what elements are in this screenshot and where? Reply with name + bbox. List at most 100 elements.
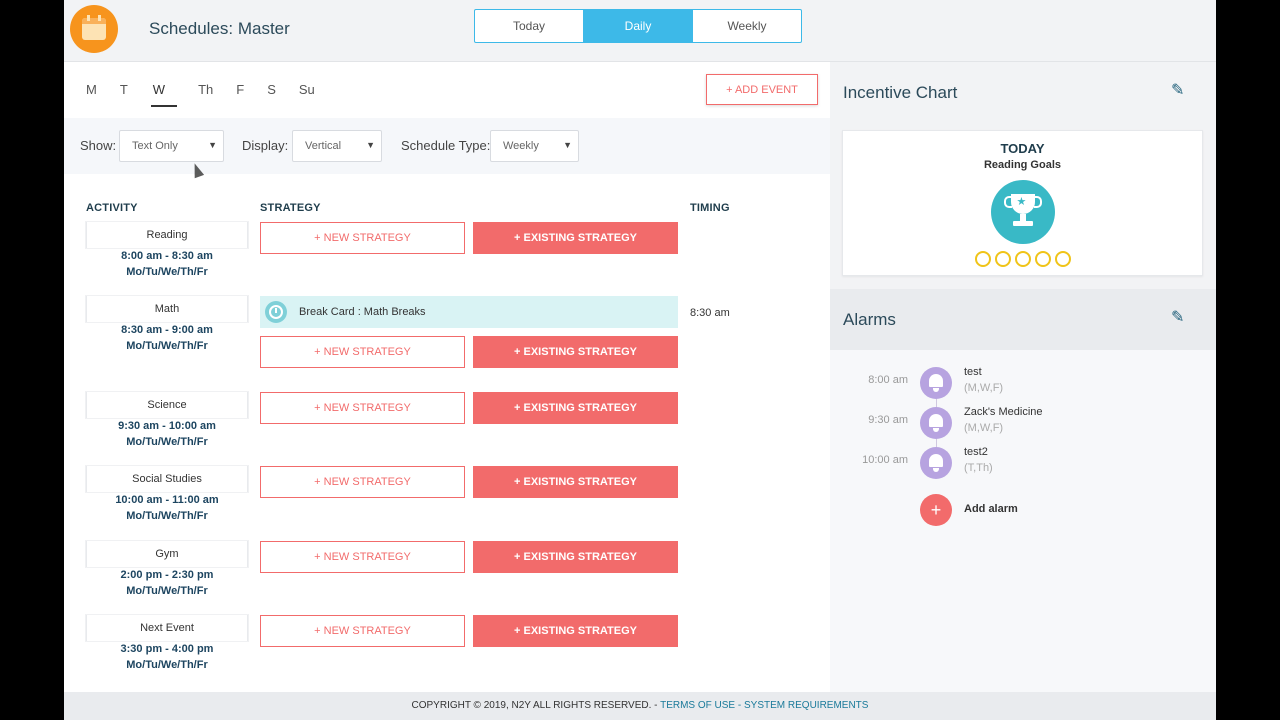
existing-strategy-button[interactable]: + EXISTING STRATEGY bbox=[473, 222, 678, 254]
incentive-chart-title: Incentive Chart bbox=[843, 83, 958, 102]
activity-card[interactable]: Science 9:30 am - 10:00 am Mo/Tu/We/Th/F… bbox=[86, 392, 248, 450]
activity-time: 3:30 pm - 4:00 pm bbox=[120, 643, 214, 655]
sidebar-panel: Incentive Chart ✎ TODAY Reading Goals ★ … bbox=[830, 62, 1216, 692]
day-tab-tuesday[interactable]: T bbox=[120, 82, 128, 107]
add-event-button[interactable]: + ADD EVENT bbox=[706, 74, 818, 105]
day-tab-thursday[interactable]: Th bbox=[198, 82, 213, 107]
tab-weekly[interactable]: Weekly bbox=[693, 10, 801, 42]
activity-days: Mo/Tu/We/Th/Fr bbox=[126, 585, 208, 597]
activity-days: Mo/Tu/We/Th/Fr bbox=[126, 340, 208, 352]
trophy-icon: ★ bbox=[990, 180, 1055, 244]
star-empty-icon bbox=[994, 251, 1011, 267]
alarm-time: 9:30 am bbox=[868, 414, 908, 426]
alarm-days: (T,Th) bbox=[964, 462, 993, 474]
alarm-time: 10:00 am bbox=[862, 454, 908, 466]
activity-name: Social Studies bbox=[86, 466, 248, 492]
bell-icon bbox=[920, 407, 952, 439]
bell-icon bbox=[920, 367, 952, 399]
day-tab-sunday[interactable]: Su bbox=[299, 82, 315, 107]
new-strategy-button[interactable]: + NEW STRATEGY bbox=[260, 466, 465, 498]
display-select[interactable]: Vertical ▼ bbox=[292, 130, 382, 162]
system-requirements-link[interactable]: SYSTEM REQUIREMENTS bbox=[744, 700, 868, 711]
clock-icon bbox=[265, 301, 287, 323]
existing-strategy-button[interactable]: + EXISTING STRATEGY bbox=[473, 615, 678, 647]
dropdown-arrow-icon: ▼ bbox=[366, 140, 375, 150]
day-tab-saturday[interactable]: S bbox=[267, 82, 276, 107]
header: Schedules: Master Today Daily Weekly bbox=[64, 0, 1216, 62]
calendar-logo-icon[interactable] bbox=[70, 5, 118, 53]
existing-strategy-button[interactable]: + EXISTING STRATEGY bbox=[473, 541, 678, 573]
incentive-today-label: TODAY bbox=[1000, 141, 1045, 156]
star-empty-icon bbox=[1034, 251, 1051, 267]
existing-strategy-button[interactable]: + EXISTING STRATEGY bbox=[473, 336, 678, 368]
alarms-header: Alarms ✎ bbox=[830, 289, 1216, 350]
activity-days: Mo/Tu/We/Th/Fr bbox=[126, 510, 208, 522]
footer: COPYRIGHT © 2019, N2Y ALL RIGHTS RESERVE… bbox=[64, 692, 1216, 720]
add-alarm-label[interactable]: Add alarm bbox=[964, 503, 1018, 515]
activity-card[interactable]: Gym 2:00 pm - 2:30 pm Mo/Tu/We/Th/Fr bbox=[86, 541, 248, 599]
alarm-days: (M,W,F) bbox=[964, 382, 1004, 394]
activity-time: 8:30 am - 9:00 am bbox=[121, 324, 213, 336]
alarm-name: test2 bbox=[964, 446, 988, 458]
day-tab-friday[interactable]: F bbox=[236, 82, 244, 107]
activity-name: Reading bbox=[86, 222, 248, 248]
activity-name: Next Event bbox=[86, 615, 248, 641]
show-select-value: Text Only bbox=[132, 140, 178, 152]
activity-days: Mo/Tu/We/Th/Fr bbox=[126, 659, 208, 671]
plus-icon: + bbox=[930, 499, 942, 520]
schedule-type-select[interactable]: Weekly ▼ bbox=[490, 130, 579, 162]
activity-time: 2:00 pm - 2:30 pm bbox=[120, 569, 214, 581]
star-rating bbox=[843, 251, 1202, 267]
dropdown-arrow-icon: ▼ bbox=[208, 140, 217, 150]
column-header-timing: TIMING bbox=[690, 202, 730, 214]
new-strategy-button[interactable]: + NEW STRATEGY bbox=[260, 615, 465, 647]
schedule-type-label: Schedule Type: bbox=[401, 138, 491, 153]
new-strategy-button[interactable]: + NEW STRATEGY bbox=[260, 222, 465, 254]
alarm-item[interactable]: 9:30 am Zack's Medicine (M,W,F) bbox=[830, 406, 1216, 442]
edit-pencil-icon[interactable]: ✎ bbox=[1171, 83, 1187, 99]
activity-card[interactable]: Social Studies 10:00 am - 11:00 am Mo/Tu… bbox=[86, 466, 248, 524]
new-strategy-button[interactable]: + NEW STRATEGY bbox=[260, 336, 465, 368]
edit-pencil-icon[interactable]: ✎ bbox=[1171, 310, 1187, 326]
view-toggle: Today Daily Weekly bbox=[474, 9, 802, 43]
new-strategy-button[interactable]: + NEW STRATEGY bbox=[260, 392, 465, 424]
existing-strategy-button[interactable]: + EXISTING STRATEGY bbox=[473, 392, 678, 424]
column-header-strategy: STRATEGY bbox=[260, 202, 321, 214]
strategy-timing: 8:30 am bbox=[690, 307, 730, 319]
break-card-strategy[interactable]: Break Card : Math Breaks bbox=[260, 296, 678, 328]
copyright-text: COPYRIGHT © 2019, N2Y ALL RIGHTS RESERVE… bbox=[411, 700, 661, 711]
activity-name: Math bbox=[86, 296, 248, 322]
tab-today[interactable]: Today bbox=[475, 10, 584, 42]
terms-of-use-link[interactable]: TERMS OF USE bbox=[660, 700, 735, 711]
add-alarm-button[interactable]: + bbox=[920, 494, 952, 526]
show-select[interactable]: Text Only ▼ bbox=[119, 130, 224, 162]
alarm-item[interactable]: 10:00 am test2 (T,Th) bbox=[830, 446, 1216, 482]
display-select-value: Vertical bbox=[305, 140, 342, 152]
alarms-title: Alarms bbox=[843, 310, 896, 329]
activity-name: Gym bbox=[86, 541, 248, 567]
activity-card[interactable]: Math 8:30 am - 9:00 am Mo/Tu/We/Th/Fr bbox=[86, 296, 248, 354]
day-tab-wednesday[interactable]: W bbox=[150, 82, 178, 107]
dropdown-arrow-icon: ▼ bbox=[563, 140, 572, 150]
activity-time: 8:00 am - 8:30 am bbox=[121, 250, 213, 262]
alarm-name: test bbox=[964, 366, 982, 378]
new-strategy-button[interactable]: + NEW STRATEGY bbox=[260, 541, 465, 573]
alarm-time: 8:00 am bbox=[868, 374, 908, 386]
activity-days: Mo/Tu/We/Th/Fr bbox=[126, 266, 208, 278]
day-tab-monday[interactable]: M bbox=[86, 82, 97, 107]
star-empty-icon bbox=[974, 251, 991, 267]
display-label: Display: bbox=[242, 138, 289, 153]
tab-daily[interactable]: Daily bbox=[584, 10, 693, 42]
column-header-activity: ACTIVITY bbox=[86, 202, 138, 214]
show-label: Show: bbox=[80, 138, 117, 153]
activity-card[interactable]: Reading 8:00 am - 8:30 am Mo/Tu/We/Th/Fr bbox=[86, 222, 248, 280]
alarm-days: (M,W,F) bbox=[964, 422, 1004, 434]
star-empty-icon bbox=[1014, 251, 1031, 267]
star-empty-icon bbox=[1054, 251, 1071, 267]
activity-name: Science bbox=[86, 392, 248, 418]
activity-card[interactable]: Next Event 3:30 pm - 4:00 pm Mo/Tu/We/Th… bbox=[86, 615, 248, 673]
app-window: Schedules: Master Today Daily Weekly M T… bbox=[64, 0, 1216, 720]
existing-strategy-button[interactable]: + EXISTING STRATEGY bbox=[473, 466, 678, 498]
incentive-goal-label: Reading Goals bbox=[983, 159, 1062, 171]
alarm-item[interactable]: 8:00 am test (M,W,F) bbox=[830, 366, 1216, 402]
